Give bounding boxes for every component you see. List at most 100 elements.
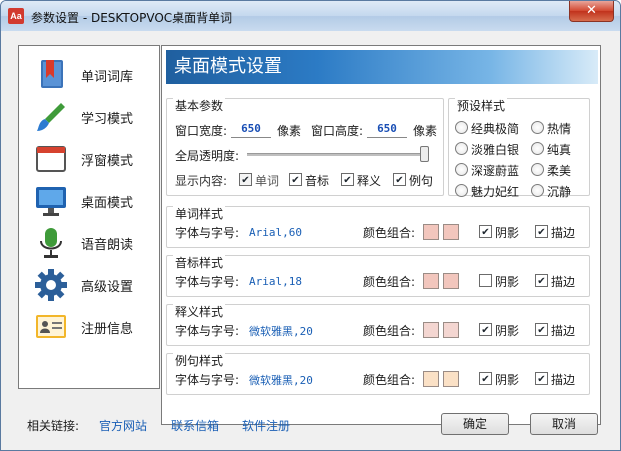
height-input[interactable]: 650 bbox=[367, 121, 407, 138]
display-example-checkbox[interactable] bbox=[393, 173, 406, 186]
shadow-label: 阴影 bbox=[495, 373, 520, 387]
shadow-label: 阴影 bbox=[495, 324, 520, 338]
shadow-label: 阴影 bbox=[495, 226, 520, 240]
shadow-checkbox[interactable] bbox=[479, 274, 492, 287]
color-swatch-2[interactable] bbox=[443, 224, 459, 240]
display-label: 显示内容: bbox=[175, 174, 228, 188]
group-title: 音标样式 bbox=[173, 254, 226, 271]
color-swatch-2[interactable] bbox=[443, 322, 459, 338]
preset-radio[interactable] bbox=[531, 184, 544, 197]
basic-params-group: 基本参数 窗口宽度: 650 像素 窗口高度: 650 像素 全局透明度: 显示… bbox=[166, 97, 444, 196]
sidebar-item-wordbank[interactable]: 单词词库 bbox=[19, 54, 159, 94]
example-style-group: 例句样式 字体与字号: 微软雅黑,20 颜色组合: 阴影 描边 bbox=[166, 352, 590, 395]
font-value[interactable]: 微软雅黑,20 bbox=[249, 372, 313, 388]
shadow-checkbox[interactable] bbox=[479, 372, 492, 385]
sidebar-item-registration[interactable]: 注册信息 bbox=[19, 306, 159, 346]
group-title: 释义样式 bbox=[173, 303, 226, 320]
group-title: 基本参数 bbox=[173, 97, 226, 114]
contact-email-link[interactable]: 联系信箱 bbox=[171, 417, 219, 434]
height-label: 窗口高度: bbox=[311, 124, 364, 138]
color-swatch-2[interactable] bbox=[443, 371, 459, 387]
sidebar-item-label: 语音朗读 bbox=[81, 238, 134, 253]
settings-panel: 桌面模式设置 基本参数 窗口宽度: 650 像素 窗口高度: 650 像素 全局… bbox=[161, 45, 601, 425]
opacity-slider-thumb[interactable] bbox=[420, 146, 429, 162]
preset-label[interactable]: 深邃蔚蓝 bbox=[471, 162, 519, 179]
color-swatch-1[interactable] bbox=[423, 371, 439, 387]
outline-checkbox[interactable] bbox=[535, 225, 548, 238]
width-label: 窗口宽度: bbox=[175, 124, 228, 138]
display-word-label: 单词 bbox=[255, 174, 280, 188]
outline-checkbox[interactable] bbox=[535, 372, 548, 385]
monitor-icon bbox=[36, 187, 66, 216]
display-example-label: 例句 bbox=[409, 174, 434, 188]
preset-label[interactable]: 沉静 bbox=[547, 183, 571, 200]
sidebar-item-float-mode[interactable]: 浮窗模式 bbox=[19, 138, 159, 178]
shadow-checkbox[interactable] bbox=[479, 225, 492, 238]
register-link[interactable]: 软件注册 bbox=[242, 417, 290, 434]
display-phonetic-label: 音标 bbox=[305, 174, 330, 188]
font-value[interactable]: Arial,18 bbox=[249, 275, 302, 288]
sidebar: 单词词库 学习模式 浮窗模式 桌面模式 语音朗读 高级设置 注册信息 bbox=[18, 45, 160, 389]
font-label: 字体与字号: bbox=[175, 373, 240, 387]
shadow-label: 阴影 bbox=[495, 275, 520, 289]
client-area: 单词词库 学习模式 浮窗模式 桌面模式 语音朗读 高级设置 注册信息 桌面模式设… bbox=[9, 31, 612, 442]
preset-radio[interactable] bbox=[455, 142, 468, 155]
font-value[interactable]: 微软雅黑,20 bbox=[249, 323, 313, 339]
display-definition-label: 释义 bbox=[357, 174, 382, 188]
official-site-link[interactable]: 官方网站 bbox=[99, 417, 147, 434]
font-value[interactable]: Arial,60 bbox=[249, 226, 302, 239]
sidebar-item-label: 高级设置 bbox=[81, 280, 134, 295]
shadow-checkbox[interactable] bbox=[479, 323, 492, 336]
word-style-group: 单词样式 字体与字号: Arial,60 颜色组合: 阴影 描边 bbox=[166, 205, 590, 248]
sidebar-item-desktop-mode[interactable]: 桌面模式 bbox=[19, 180, 159, 220]
preset-radio[interactable] bbox=[531, 142, 544, 155]
id-card-icon bbox=[36, 315, 66, 338]
opacity-slider-track[interactable] bbox=[247, 153, 429, 156]
preset-label[interactable]: 柔美 bbox=[547, 162, 571, 179]
window-title: 参数设置 - DESKTOPVOC桌面背单词 bbox=[31, 11, 233, 25]
preset-radio[interactable] bbox=[455, 184, 468, 197]
color-label: 颜色组合: bbox=[363, 324, 416, 338]
preset-radio[interactable] bbox=[531, 163, 544, 176]
preset-label[interactable]: 淡雅白银 bbox=[471, 141, 519, 158]
preset-label[interactable]: 魅力妃红 bbox=[471, 183, 519, 200]
sidebar-item-label: 注册信息 bbox=[81, 322, 134, 337]
ok-button[interactable]: 确定 bbox=[441, 413, 509, 435]
group-title: 例句样式 bbox=[173, 352, 226, 369]
color-label: 颜色组合: bbox=[363, 226, 416, 240]
sidebar-item-label: 桌面模式 bbox=[81, 196, 134, 211]
cancel-button[interactable]: 取消 bbox=[530, 413, 598, 435]
preset-radio[interactable] bbox=[531, 121, 544, 134]
height-unit: 像素 bbox=[413, 124, 438, 138]
outline-checkbox[interactable] bbox=[535, 274, 548, 287]
display-phonetic-checkbox[interactable] bbox=[289, 173, 302, 186]
color-swatch-1[interactable] bbox=[423, 273, 439, 289]
window-icon bbox=[36, 146, 66, 172]
width-unit: 像素 bbox=[277, 124, 302, 138]
preset-radio[interactable] bbox=[455, 121, 468, 134]
preset-label[interactable]: 热情 bbox=[547, 120, 571, 137]
sidebar-item-advanced[interactable]: 高级设置 bbox=[19, 264, 159, 304]
font-label: 字体与字号: bbox=[175, 324, 240, 338]
outline-checkbox[interactable] bbox=[535, 323, 548, 336]
font-label: 字体与字号: bbox=[175, 275, 240, 289]
width-input[interactable]: 650 bbox=[231, 121, 271, 138]
color-swatch-1[interactable] bbox=[423, 322, 439, 338]
preset-label[interactable]: 经典极简 bbox=[471, 120, 519, 137]
phonetic-style-group: 音标样式 字体与字号: Arial,18 颜色组合: 阴影 描边 bbox=[166, 254, 590, 297]
sidebar-item-voice[interactable]: 语音朗读 bbox=[19, 222, 159, 262]
links-label: 相关链接: bbox=[27, 419, 80, 433]
app-icon: Aa bbox=[8, 8, 24, 24]
color-label: 颜色组合: bbox=[363, 275, 416, 289]
display-definition-checkbox[interactable] bbox=[341, 173, 354, 186]
brush-icon bbox=[37, 103, 65, 131]
display-word-checkbox[interactable] bbox=[239, 173, 252, 186]
title-bar[interactable]: Aa 参数设置 - DESKTOPVOC桌面背单词 ✕ bbox=[1, 1, 620, 31]
close-button[interactable]: ✕ bbox=[569, 1, 614, 22]
color-swatch-1[interactable] bbox=[423, 224, 439, 240]
color-swatch-2[interactable] bbox=[443, 273, 459, 289]
preset-radio[interactable] bbox=[455, 163, 468, 176]
preset-label[interactable]: 纯真 bbox=[547, 141, 571, 158]
settings-window: Aa 参数设置 - DESKTOPVOC桌面背单词 ✕ 单词词库 学习模式 浮窗… bbox=[0, 0, 621, 451]
sidebar-item-study-mode[interactable]: 学习模式 bbox=[19, 96, 159, 136]
